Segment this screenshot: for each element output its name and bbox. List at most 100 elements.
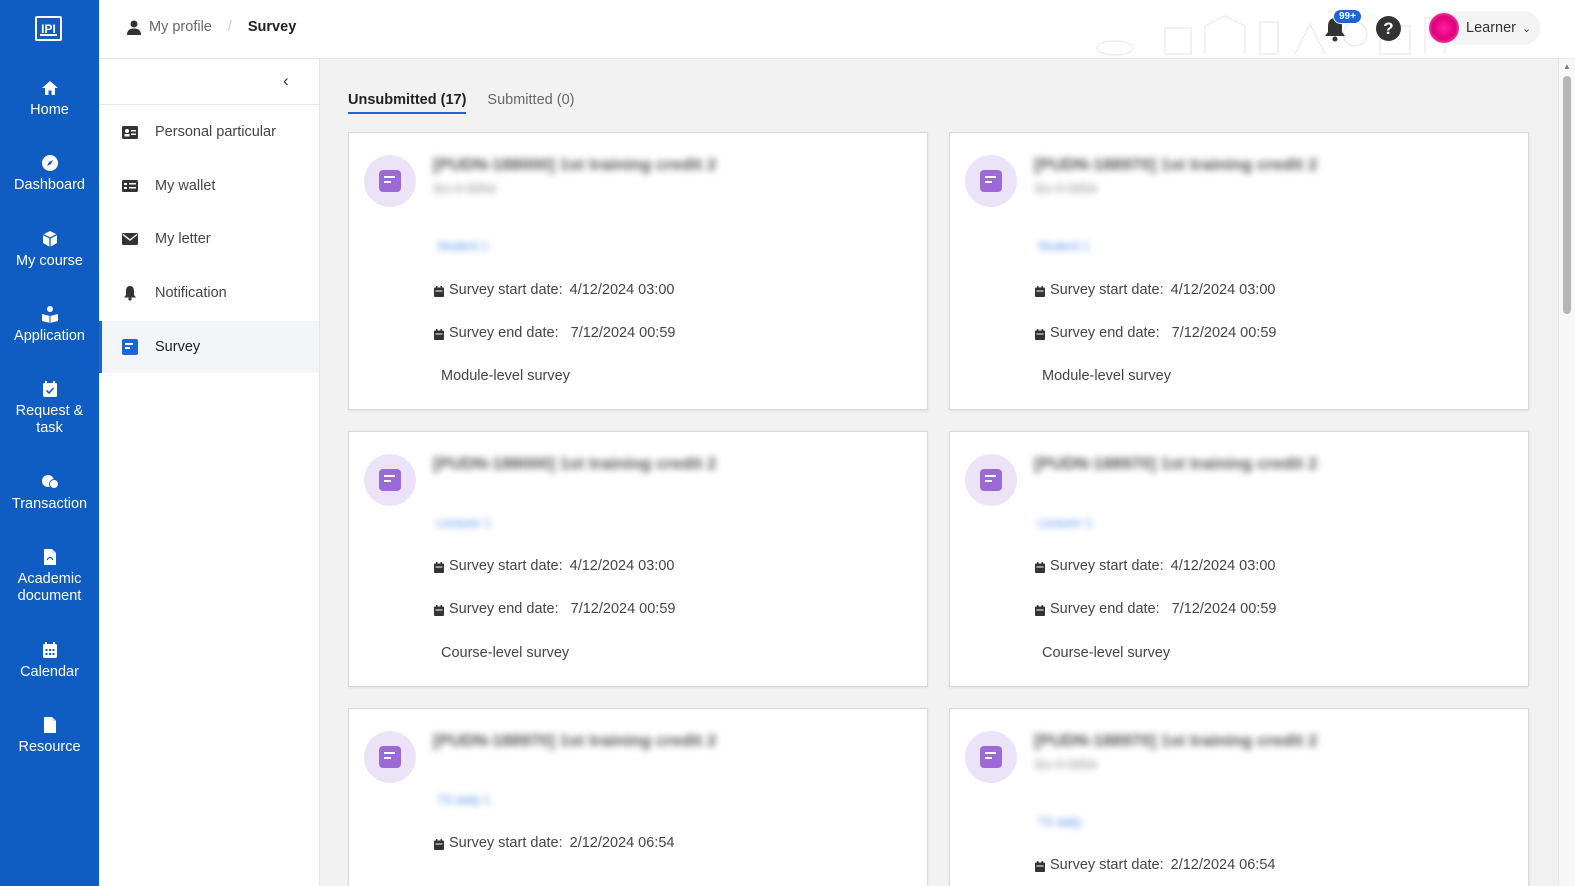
scrollbar-thumb[interactable] bbox=[1563, 76, 1571, 314]
calendar-icon bbox=[1035, 285, 1045, 297]
survey-card[interactable]: [PUDN-188000] 1st training credit 2 Lect… bbox=[348, 431, 928, 687]
breadcrumb-my-profile[interactable]: My profile bbox=[149, 19, 212, 35]
sidebar-item-personal-particular[interactable]: Personal particular bbox=[99, 106, 319, 158]
chevron-left-icon[interactable]: ‹ bbox=[283, 71, 289, 91]
top-header: My profile / Survey 99+ ? Learner ⌄ bbox=[99, 0, 1575, 59]
help-button[interactable]: ? bbox=[1376, 16, 1401, 41]
survey-level: Course-level survey bbox=[1042, 645, 1171, 661]
nav-label: Dashboard bbox=[14, 177, 85, 193]
survey-start-label: Survey start date: bbox=[1050, 282, 1164, 298]
survey-start-date: 4/12/2024 03:00 bbox=[1170, 558, 1276, 574]
survey-end-date: 7/12/2024 00:59 bbox=[570, 601, 676, 617]
nav-item-request-task[interactable]: Request & task bbox=[0, 379, 99, 437]
calendar-icon bbox=[434, 604, 444, 616]
survey-end-label: Survey end date: bbox=[449, 601, 559, 617]
calendar-icon bbox=[1035, 561, 1045, 573]
survey-start-date: 4/12/2024 03:00 bbox=[569, 558, 675, 574]
breadcrumb: My profile / Survey bbox=[127, 19, 296, 35]
survey-end-row: Survey end date: 7/12/2024 00:59 bbox=[434, 601, 675, 617]
survey-start-row: Survey start date: 4/12/2024 03:00 bbox=[434, 558, 674, 574]
calendar-icon bbox=[434, 285, 444, 297]
survey-icon bbox=[121, 338, 139, 356]
cube-icon bbox=[40, 229, 60, 249]
sidebar-item-label: Notification bbox=[155, 285, 227, 301]
form-icon bbox=[364, 155, 416, 207]
survey-end-date: 7/12/2024 00:59 bbox=[570, 325, 676, 341]
survey-card[interactable]: [PUDN-188000] 1st training credit 2 SU-0… bbox=[348, 132, 928, 410]
sidebar-item-my-wallet[interactable]: My wallet bbox=[99, 160, 319, 212]
survey-code: SU-0-0054 bbox=[1034, 757, 1097, 772]
survey-start-label: Survey start date: bbox=[449, 282, 563, 298]
scrollbar[interactable]: ▲ bbox=[1558, 59, 1575, 886]
survey-card[interactable]: [PUDN-188970] 1st training credit 2 SU-0… bbox=[949, 708, 1529, 886]
nav-item-my-course[interactable]: My course bbox=[0, 229, 99, 270]
survey-tabs: Unsubmitted (17) Submitted (0) bbox=[348, 92, 595, 114]
calendar-icon bbox=[1035, 860, 1045, 872]
scroll-up-arrow-icon[interactable]: ▲ bbox=[1563, 62, 1571, 71]
tab-submitted[interactable]: Submitted (0) bbox=[487, 92, 574, 114]
nav-label: Request & task bbox=[15, 403, 84, 436]
survey-start-date: 2/12/2024 06:54 bbox=[1170, 857, 1276, 873]
transaction-icon bbox=[40, 472, 60, 492]
nav-label: Transaction bbox=[11, 496, 88, 512]
wallet-icon bbox=[121, 177, 139, 195]
sidebar-item-label: My wallet bbox=[155, 178, 216, 194]
envelope-icon bbox=[121, 230, 139, 248]
user-menu[interactable]: Learner ⌄ bbox=[1427, 11, 1540, 45]
survey-title: [PUDN-188970] 1st training credit 2 bbox=[1034, 454, 1318, 473]
survey-card[interactable]: [PUDN-188970] 1st training credit 2 SU-0… bbox=[949, 132, 1529, 410]
survey-level: Module-level survey bbox=[441, 368, 570, 384]
survey-end-date: 7/12/2024 00:59 bbox=[1171, 601, 1277, 617]
survey-role-tag: Student 1 bbox=[1038, 239, 1090, 253]
nav-item-transaction[interactable]: Transaction bbox=[0, 472, 99, 513]
survey-role-tag: Student 1 bbox=[437, 239, 489, 253]
breadcrumb-separator: / bbox=[227, 19, 232, 35]
profile-sidebar: ‹ Personal particular My wallet My lette… bbox=[99, 59, 320, 886]
nav-item-application[interactable]: Application bbox=[0, 304, 99, 345]
survey-start-row: Survey start date: 4/12/2024 03:00 bbox=[1035, 282, 1275, 298]
survey-start-label: Survey start date: bbox=[1050, 558, 1164, 574]
survey-level: Course-level survey bbox=[441, 645, 570, 661]
sidebar-item-survey[interactable]: Survey bbox=[99, 321, 319, 373]
calendar-icon bbox=[434, 838, 444, 850]
tab-unsubmitted[interactable]: Unsubmitted (17) bbox=[348, 92, 467, 114]
calendar-icon bbox=[434, 328, 444, 340]
nav-item-dashboard[interactable]: Dashboard bbox=[0, 153, 99, 194]
survey-end-row: Survey end date: 7/12/2024 00:59 bbox=[1035, 601, 1276, 617]
calendar-icon bbox=[434, 561, 444, 573]
sidebar-item-notification[interactable]: Notification bbox=[99, 267, 319, 319]
user-name: Learner bbox=[1466, 20, 1516, 36]
app-logo[interactable]: IPI bbox=[35, 16, 62, 41]
nav-item-academic-document[interactable]: Academic document bbox=[0, 547, 99, 605]
survey-title: [PUDN-188970] 1st training credit 2 bbox=[1034, 155, 1318, 174]
survey-end-label: Survey end date: bbox=[449, 325, 559, 341]
sidebar-collapse-bar: ‹ bbox=[99, 59, 319, 105]
survey-role-tag: Lecturer 1 bbox=[437, 516, 492, 530]
survey-start-row: Survey start date: 2/12/2024 06:54 bbox=[434, 835, 674, 851]
nav-label: Application bbox=[14, 328, 85, 344]
nav-item-resource[interactable]: Resource bbox=[0, 715, 99, 756]
nav-item-calendar[interactable]: Calendar bbox=[0, 640, 99, 681]
survey-end-row: Survey end date: 7/12/2024 00:59 bbox=[1035, 325, 1276, 341]
survey-start-date: 2/12/2024 06:54 bbox=[569, 835, 675, 851]
sidebar-item-label: My letter bbox=[155, 231, 211, 247]
calendar-icon bbox=[40, 640, 60, 660]
survey-start-row: Survey start date: 4/12/2024 03:00 bbox=[1035, 558, 1275, 574]
survey-card[interactable]: [PUDN-188970] 1st training credit 2 Lect… bbox=[949, 431, 1529, 687]
survey-end-date: 7/12/2024 00:59 bbox=[1171, 325, 1277, 341]
survey-title: [PUDN-188000] 1st training credit 2 bbox=[433, 155, 717, 174]
sidebar-item-my-letter[interactable]: My letter bbox=[99, 213, 319, 265]
survey-card[interactable]: [PUDN-188970] 1st training credit 2 TS d… bbox=[348, 708, 928, 886]
nav-label: Resource bbox=[18, 739, 81, 755]
survey-role-tag: Lecturer 1 bbox=[1038, 516, 1093, 530]
header-decoration bbox=[1096, 15, 1446, 56]
survey-title: [PUDN-188000] 1st training credit 2 bbox=[433, 454, 717, 473]
nav-item-home[interactable]: Home bbox=[0, 78, 99, 119]
sidebar-item-label: Personal particular bbox=[155, 124, 276, 140]
application-icon bbox=[40, 304, 60, 324]
calendar-check-icon bbox=[40, 379, 60, 399]
survey-role-tag: TS daily 1 bbox=[437, 793, 491, 807]
nav-label: My course bbox=[16, 253, 83, 269]
survey-end-label: Survey end date: bbox=[1050, 325, 1160, 341]
survey-code: SU-0-0054 bbox=[1034, 181, 1097, 196]
